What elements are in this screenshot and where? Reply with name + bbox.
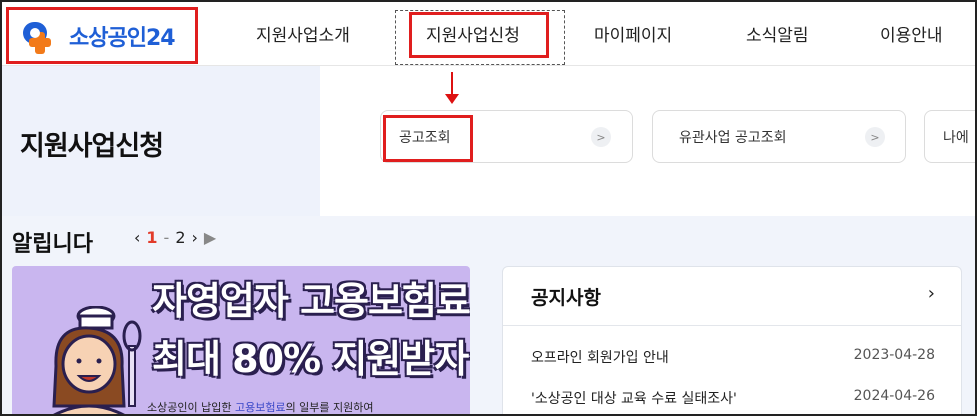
- chevron-right-icon: >: [865, 127, 885, 147]
- notice-date: 2024-04-26: [853, 388, 935, 404]
- notice-board-card: 공지사항 › 오프라인 회원가입 안내 2023-04-28 '소상공인 대상 …: [502, 266, 962, 414]
- notice-section-title: 알립니다: [12, 232, 93, 257]
- notice-board-title: 공지사항: [531, 287, 601, 309]
- notice-date: 2023-04-28: [853, 347, 935, 363]
- notice-section: 알립니다 ‹ 1 - 2 › ▶ 자영업자 고용보험료 최대 80% 지원받자!…: [2, 216, 975, 414]
- banner-pager: ‹ 1 - 2 › ▶: [134, 228, 216, 247]
- submenu-card-mine[interactable]: 나에: [924, 110, 975, 163]
- nav-guide[interactable]: 이용안내: [880, 2, 943, 64]
- list-item[interactable]: '소상공인 대상 교육 수료 실태조사' 2024-04-26: [531, 388, 935, 408]
- play-icon[interactable]: ▶: [204, 228, 216, 247]
- nav-my-page[interactable]: 마이페이지: [594, 2, 672, 64]
- pager-current[interactable]: 1: [146, 228, 157, 247]
- nav-support-intro[interactable]: 지원사업소개: [256, 2, 350, 64]
- logo[interactable]: 소상공인24: [6, 7, 198, 64]
- chef-illustration-icon: [34, 305, 144, 414]
- page-title-panel: 지원사업신청: [2, 66, 320, 216]
- submenu-card-label: 나에: [943, 130, 969, 146]
- notice-title: '소상공인 대상 교육 수료 실태조사': [531, 391, 737, 407]
- next-arrow-icon[interactable]: ›: [192, 228, 198, 247]
- screenshot-frame: 소상공인24 지원사업소개 지원사업신청 마이페이지 소식알림 이용안내 지원사…: [0, 0, 977, 416]
- nav-highlight-box: [409, 12, 549, 58]
- card-highlight-box: [383, 115, 473, 162]
- promo-banner[interactable]: 자영업자 고용보험료 최대 80% 지원받자! 소상공인이 납입한 고용보험료의…: [12, 266, 470, 414]
- banner-subtext: 소상공인이 납입한 고용보험료의 일부를 지원하여: [147, 399, 374, 414]
- pager-separator: -: [163, 228, 170, 247]
- logo-text: 소상공인24: [69, 25, 176, 51]
- divider: [503, 325, 961, 326]
- banner-subtext-highlight: 고용보험료: [234, 401, 286, 414]
- chevron-right-icon: >: [591, 127, 611, 147]
- prev-arrow-icon[interactable]: ‹: [134, 228, 140, 247]
- banner-headline-2: 최대 80% 지원받자!: [152, 337, 470, 381]
- annotation-arrow-down-icon: [445, 94, 459, 104]
- banner-subtext-suffix: 의 일부를 지원하여: [285, 401, 374, 414]
- pager-next-page[interactable]: 2: [175, 228, 185, 247]
- chevron-right-icon[interactable]: ›: [928, 283, 935, 304]
- submenu-card-label: 유관사업 공고조회: [679, 130, 787, 146]
- banner-subtext-prefix: 소상공인이 납입한: [147, 401, 235, 414]
- nav-news[interactable]: 소식알림: [746, 2, 809, 64]
- list-item[interactable]: 오프라인 회원가입 안내 2023-04-28: [531, 347, 935, 367]
- page-title: 지원사업신청: [20, 131, 164, 162]
- logo-mark-icon: [19, 18, 63, 54]
- notice-title: 오프라인 회원가입 안내: [531, 350, 669, 366]
- submenu-card-related-search[interactable]: 유관사업 공고조회 >: [652, 110, 906, 163]
- banner-headline-1: 자영업자 고용보험료: [152, 279, 470, 323]
- site-header: 소상공인24 지원사업소개 지원사업신청 마이페이지 소식알림 이용안내: [2, 2, 975, 66]
